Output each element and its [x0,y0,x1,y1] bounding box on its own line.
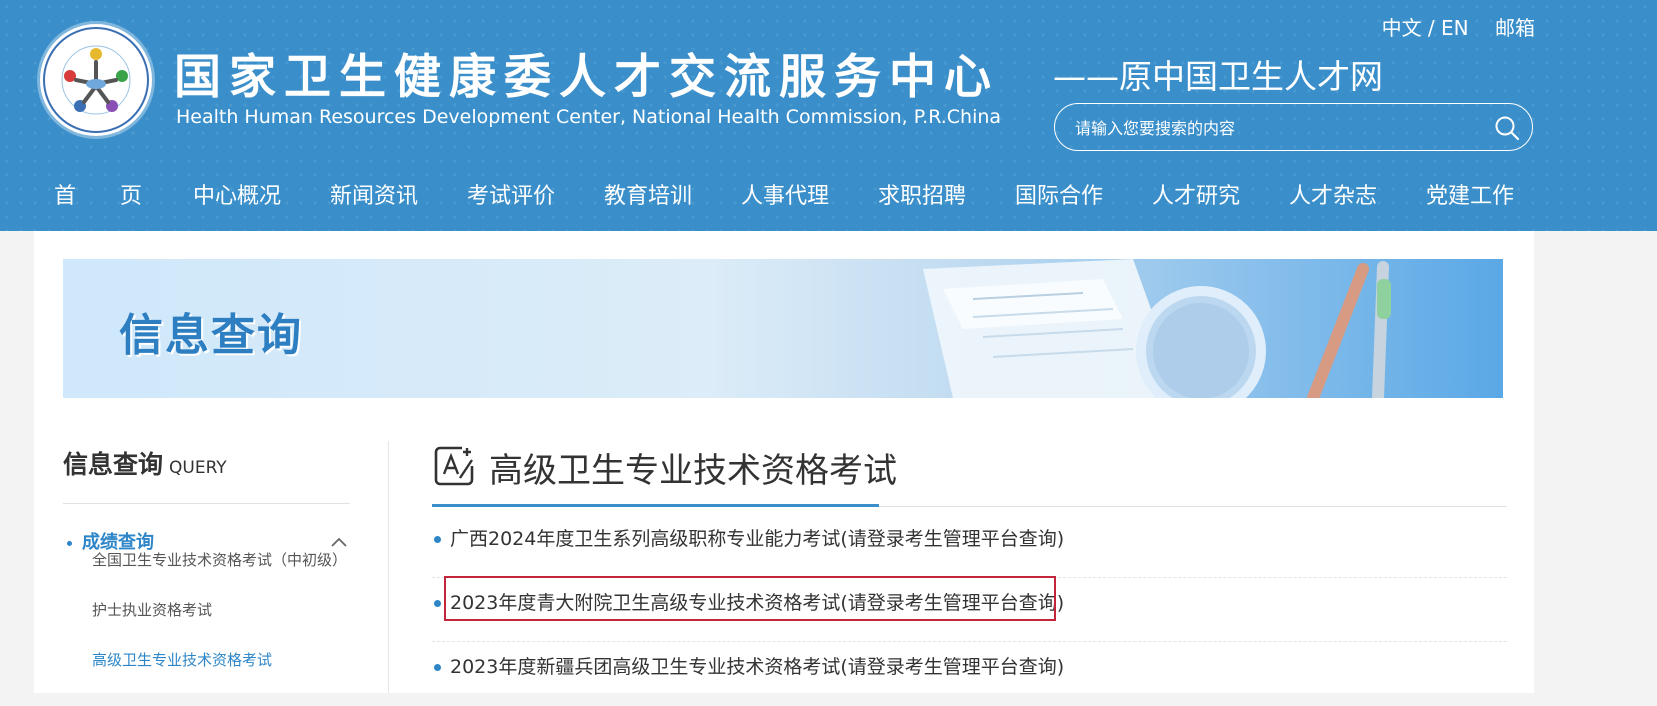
bullet-dot-icon [67,540,72,546]
site-header: 国家卫生健康委人才交流服务中心 Health Human Resources D… [0,0,1657,231]
nav-item-about[interactable]: 中心概况 [193,178,281,210]
sidebar-title-cn: 信息查询 [63,450,164,479]
highlight-box [444,576,1056,621]
column-divider [388,441,389,693]
sidebar-title-en: QUERY [169,458,227,478]
page-banner: 信息查询 [63,259,1503,398]
content-title: 高级卫生专业技术资格考试 [489,451,897,491]
sidebar-subitem-national-exam[interactable]: 全国卫生专业技术资格考试（中初级） [92,549,347,570]
sidebar-divider [63,503,350,504]
nav-item-international[interactable]: 国际合作 [1015,178,1103,210]
list-item: 2023年度新疆兵团高级卫生专业技术资格考试(请登录考生管理平台查询) [432,642,1507,706]
nav-item-research[interactable]: 人才研究 [1152,178,1240,210]
list-item-link[interactable]: 广西2024年度卫生系列高级职称专业能力考试(请登录考生管理平台查询) [450,524,1064,551]
banner-title: 信息查询 [119,310,303,361]
bullet-dot-icon [434,664,441,671]
nav-item-magazine[interactable]: 人才杂志 [1289,178,1377,210]
site-logo[interactable] [40,24,152,136]
main-nav: 首 页 中心概况 新闻资讯 考试评价 教育培训 人事代理 求职招聘 国际合作 人… [40,178,1540,214]
nav-item-education[interactable]: 教育培训 [604,178,692,210]
nav-item-personnel[interactable]: 人事代理 [741,178,829,210]
search-box [1054,103,1533,151]
sidebar-subitem-nurse-exam[interactable]: 护士执业资格考试 [92,599,212,620]
sidebar-subitem-senior-exam[interactable]: 高级卫生专业技术资格考试 [92,649,272,670]
nav-item-exam[interactable]: 考试评价 [467,178,555,210]
site-title: 国家卫生健康委人才交流服务中心 [174,50,999,105]
search-icon[interactable] [1494,115,1520,145]
site-slogan: ——原中国卫生人才网 [1053,57,1383,96]
top-links: 中文 / EN 邮箱 [1362,12,1535,41]
bullet-dot-icon [434,600,441,607]
search-input[interactable] [1073,114,1477,142]
logo-emblem-icon [43,27,149,133]
main-content: 信息查询 信息查询 QUERY 成绩查询 全国卫生专业技术资格考试（中初级） 护士… [34,231,1534,693]
list-item-link[interactable]: 2023年度新疆兵团高级卫生专业技术资格考试(请登录考生管理平台查询) [450,652,1064,679]
bullet-dot-icon [434,536,441,543]
magnifier-document-illustration-icon [923,259,1391,398]
nav-item-news[interactable]: 新闻资讯 [330,178,418,210]
sidebar-title: 信息查询 QUERY [63,445,227,481]
list-item: 广西2024年度卫生系列高级职称专业能力考试(请登录考生管理平台查询) [432,514,1507,578]
exam-document-icon [432,444,476,492]
title-underline [432,504,879,507]
nav-item-home[interactable]: 首 页 [54,178,142,210]
nav-item-jobs[interactable]: 求职招聘 [878,178,966,210]
mail-link[interactable]: 邮箱 [1495,16,1535,40]
site-subtitle: Health Human Resources Development Cente… [176,106,1002,128]
nav-item-party[interactable]: 党建工作 [1426,178,1514,210]
language-switch-link[interactable]: 中文 / EN [1382,16,1469,40]
